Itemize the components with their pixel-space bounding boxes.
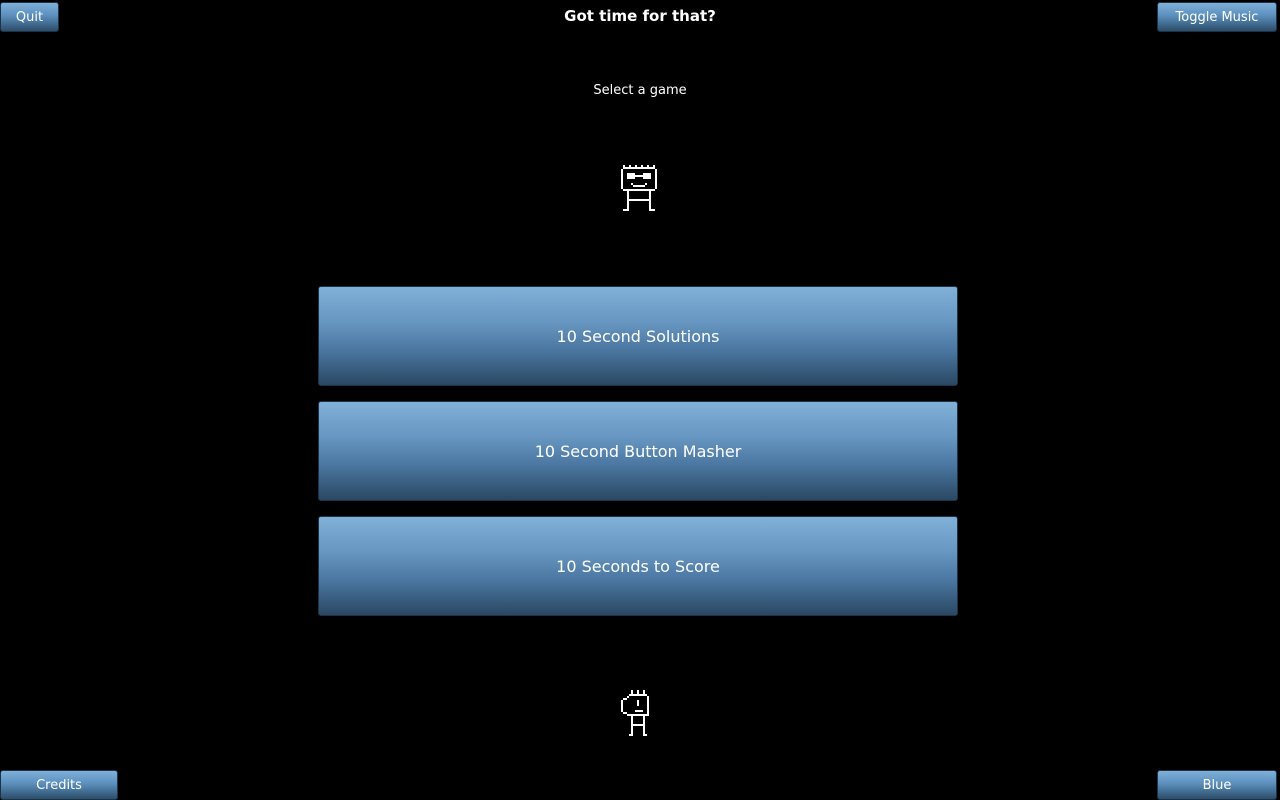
page-title: Got time for that? (564, 7, 716, 25)
game-10-second-solutions-button[interactable]: 10 Second Solutions (318, 286, 958, 386)
game-menu-screen: Quit Toggle Music Got time for that? Sel… (0, 0, 1280, 800)
pixel-robot-face-icon (621, 165, 657, 211)
select-game-label: Select a game (593, 83, 687, 98)
theme-blue-button[interactable]: Blue (1157, 770, 1277, 800)
pixel-robot-side-icon (621, 690, 649, 736)
game-10-second-button-masher-button[interactable]: 10 Second Button Masher (318, 401, 958, 501)
game-10-seconds-to-score-button[interactable]: 10 Seconds to Score (318, 516, 958, 616)
credits-button[interactable]: Credits (0, 770, 118, 800)
